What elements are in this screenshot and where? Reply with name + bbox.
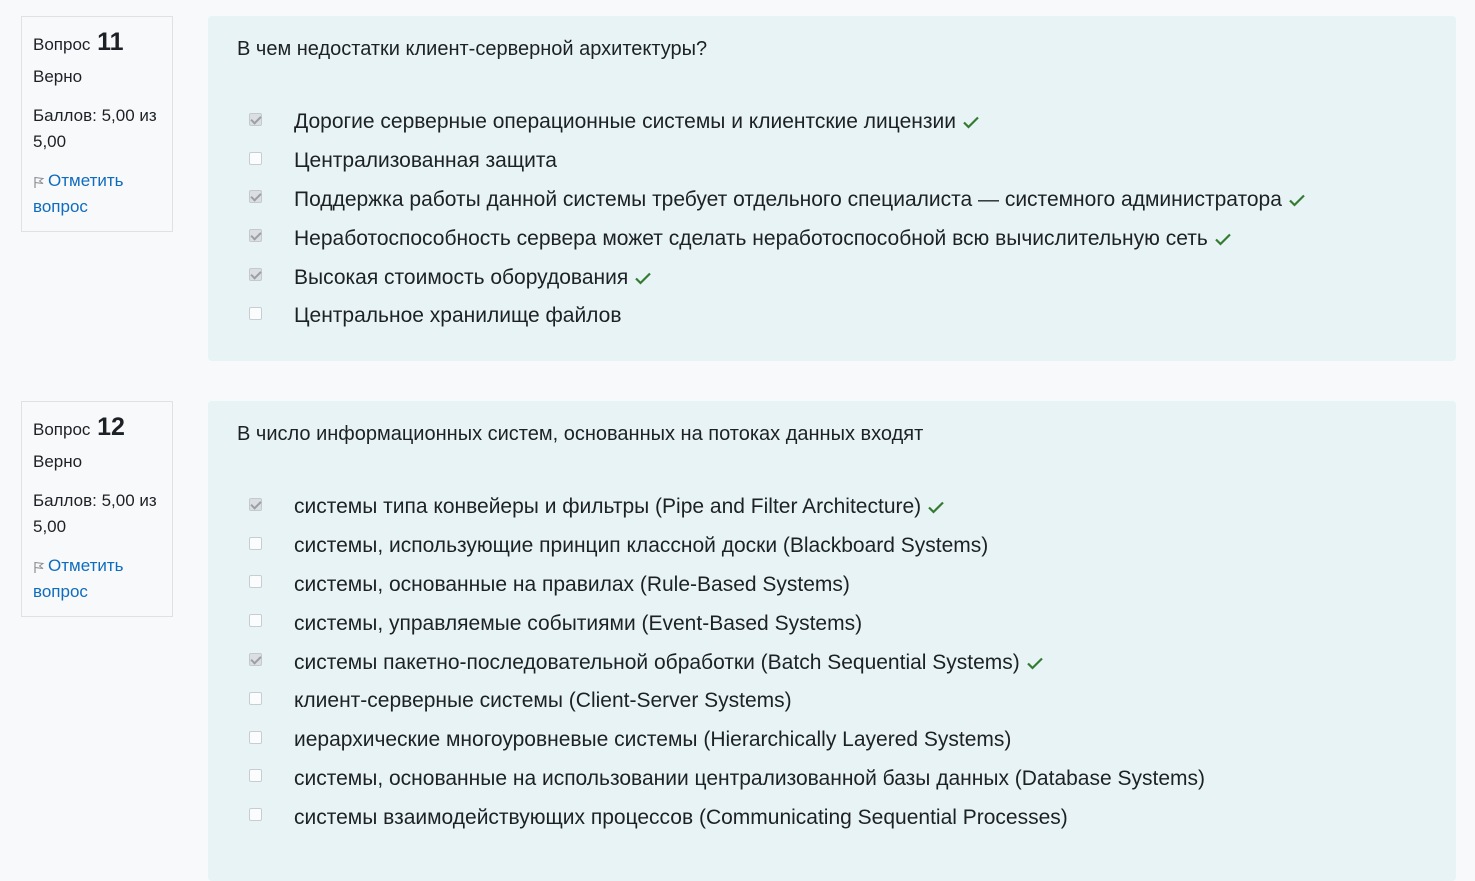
check-icon	[928, 502, 944, 514]
answer-checkbox[interactable]	[249, 653, 262, 667]
answer-option: Централизованная защита	[237, 142, 1427, 181]
answer-list: Дорогие серверные операционные системы и…	[237, 103, 1427, 336]
answer-label: системы взаимодействующих процессов (Com…	[294, 805, 1068, 829]
answer-option: Высокая стоимость оборудования	[237, 258, 1427, 297]
question-number-line: Вопрос 11	[33, 27, 161, 57]
check-icon	[963, 117, 979, 129]
check-icon	[1289, 194, 1305, 207]
question-text: В число информационных систем, основанны…	[237, 423, 924, 445]
answer-checkbox[interactable]	[249, 536, 262, 550]
question-prefix: Вопрос	[33, 420, 91, 439]
question-number: 11	[97, 28, 124, 56]
answer-option: системы взаимодействующих процессов (Com…	[237, 798, 1427, 837]
question-prefix: Вопрос	[33, 35, 91, 54]
question-number-line: Вопрос 12	[33, 412, 161, 442]
question-content: В число информационных систем, основанны…	[208, 401, 1456, 881]
answer-checkbox[interactable]	[249, 268, 262, 282]
answer-checkbox[interactable]	[249, 575, 262, 589]
answer-option: Неработоспособность сервера может сделат…	[237, 219, 1427, 258]
answer-label: Дорогие серверные операционные системы и…	[294, 110, 956, 134]
flag-question-label[interactable]: Отметить вопрос	[33, 556, 124, 601]
answer-label: Неработоспособность сервера может сделат…	[294, 226, 1208, 250]
answer-option: Поддержка работы данной системы требует …	[237, 181, 1427, 220]
question-grade: Баллов: 5,00 из 5,00	[33, 106, 157, 151]
answer-checkbox[interactable]	[249, 497, 262, 511]
question-text: В чем недостатки клиент-серверной архите…	[237, 38, 708, 60]
answer-option: системы пакетно-последовательной обработ…	[237, 643, 1427, 682]
answer-checkbox[interactable]	[249, 691, 262, 705]
answer-checkbox[interactable]	[249, 306, 262, 320]
answer-checkbox[interactable]	[249, 614, 262, 628]
answer-option: Центральное хранилище файлов	[237, 297, 1427, 336]
answer-checkbox[interactable]	[249, 769, 262, 783]
answer-option: системы типа конвейеры и фильтры (Pipe a…	[237, 488, 1427, 527]
question-number: 12	[97, 413, 125, 441]
answer-checkbox[interactable]	[249, 112, 262, 126]
check-icon	[1027, 657, 1043, 670]
question-grade: Баллов: 5,00 из 5,00	[33, 491, 157, 536]
flag-icon	[34, 561, 45, 573]
question-state: Верно	[33, 67, 83, 86]
answer-label: иерархические многоуровневые системы (Hi…	[294, 728, 1012, 752]
answer-label: Поддержка работы данной системы требует …	[294, 187, 1282, 211]
answer-option: системы, управляемые событиями (Event-Ba…	[237, 604, 1427, 643]
check-icon	[1214, 233, 1231, 246]
answer-option: системы, основанные на использовании цен…	[237, 760, 1427, 799]
check-icon	[635, 272, 651, 285]
flag-question-link[interactable]: Отметить вопрос	[33, 553, 161, 605]
flag-question-link[interactable]: Отметить вопрос	[33, 168, 161, 220]
answer-label: системы, основанные на использовании цен…	[294, 766, 1206, 790]
answer-checkbox[interactable]	[249, 229, 262, 243]
question-state: Верно	[33, 452, 83, 471]
answer-label: системы пакетно-последовательной обработ…	[294, 650, 1020, 674]
answer-checkbox[interactable]	[249, 190, 262, 204]
answer-label: Центральное хранилище файлов	[294, 304, 622, 328]
question-11: Вопрос 11 Верно Баллов: 5,00 из 5,00 Отм…	[0, 0, 1475, 385]
answer-label: системы типа конвейеры и фильтры (Pipe a…	[294, 495, 922, 519]
question-info: Вопрос 12 Верно Баллов: 5,00 из 5,00 Отм…	[21, 401, 173, 617]
answer-label: Централизованная защита	[294, 149, 557, 173]
answer-label: системы, основанные на правилах (Rule-Ba…	[294, 572, 850, 596]
answer-label: системы, использующие принцип классной д…	[294, 534, 989, 558]
flag-question-label[interactable]: Отметить вопрос	[33, 171, 124, 216]
answer-option: иерархические многоуровневые системы (Hi…	[237, 721, 1427, 760]
answer-label: клиент-серверные системы (Client-Server …	[294, 689, 792, 713]
answer-option: системы, использующие принцип классной д…	[237, 527, 1427, 566]
answer-checkbox[interactable]	[249, 808, 262, 822]
question-content: В чем недостатки клиент-серверной архите…	[208, 16, 1456, 361]
flag-icon	[34, 176, 45, 188]
answer-checkbox[interactable]	[249, 730, 262, 744]
answer-list: системы типа конвейеры и фильтры (Pipe a…	[237, 488, 1427, 837]
answer-label: системы, управляемые событиями (Event-Ba…	[294, 611, 863, 635]
answer-checkbox[interactable]	[249, 151, 262, 165]
answer-option: системы, основанные на правилах (Rule-Ba…	[237, 566, 1427, 605]
answer-option: клиент-серверные системы (Client-Server …	[237, 682, 1427, 721]
answer-label: Высокая стоимость оборудования	[294, 265, 629, 289]
question-12: Вопрос 12 Верно Баллов: 5,00 из 5,00 Отм…	[0, 385, 1475, 881]
answer-option: Дорогие серверные операционные системы и…	[237, 103, 1427, 142]
question-info: Вопрос 11 Верно Баллов: 5,00 из 5,00 Отм…	[21, 16, 173, 232]
